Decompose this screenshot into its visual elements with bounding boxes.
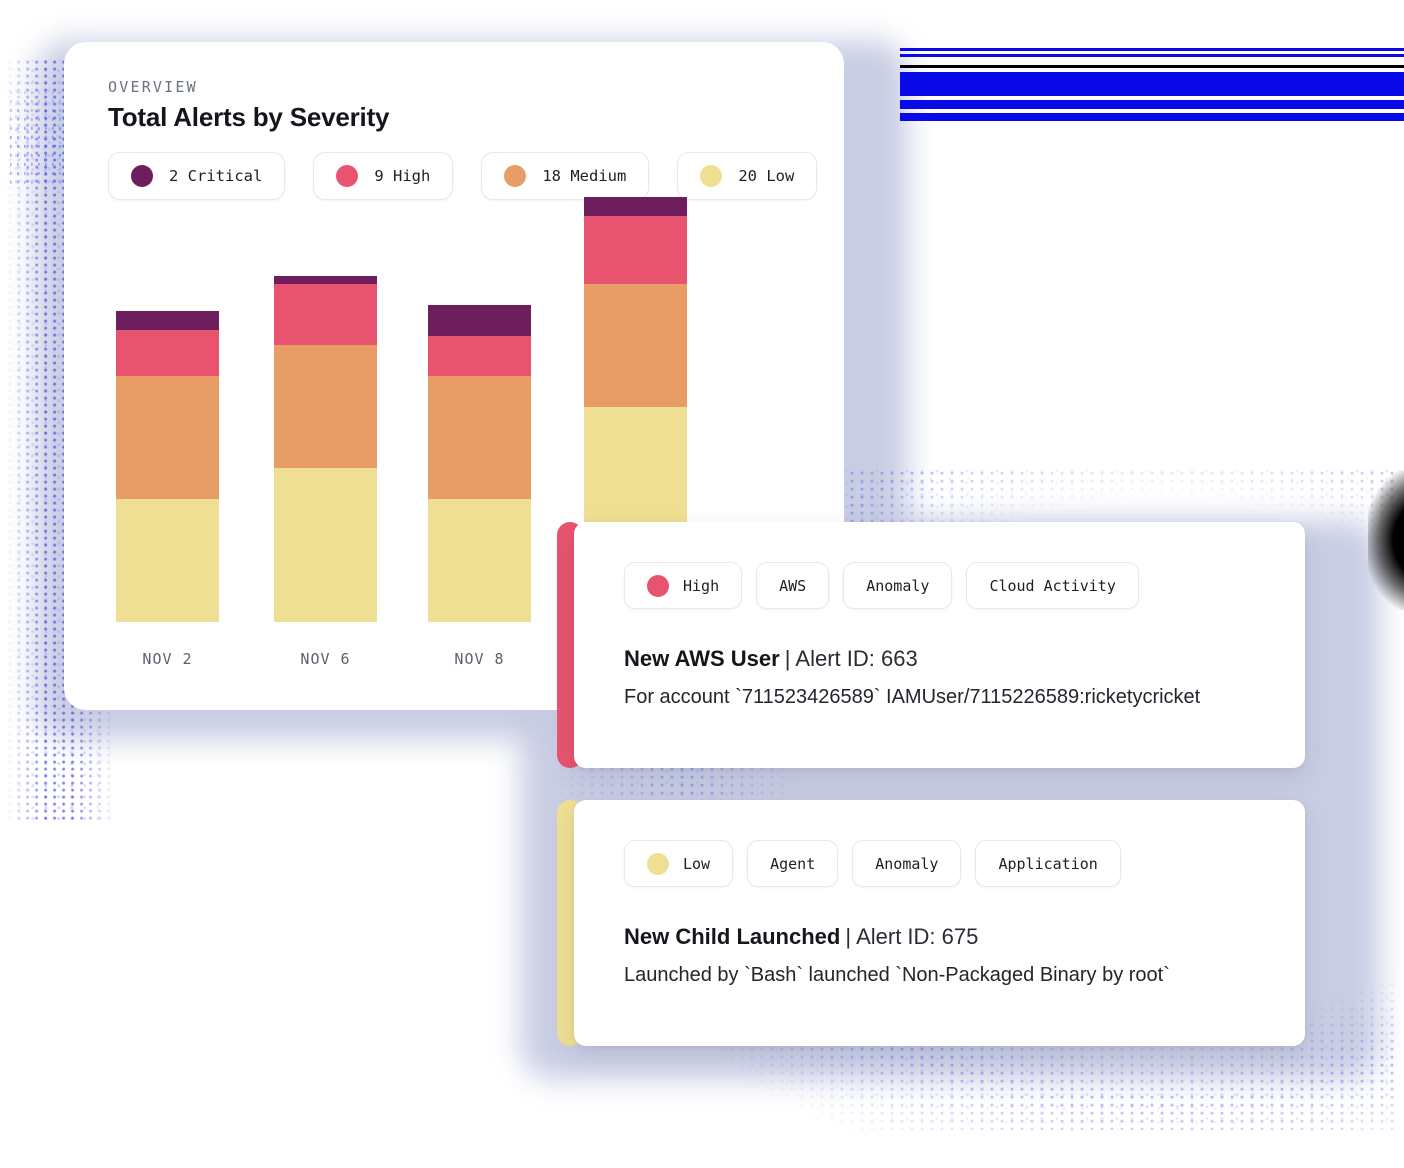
alert-tag-agent[interactable]: Agent — [747, 840, 839, 887]
severity-dot-high — [647, 574, 669, 597]
alert-card-body: Low Agent Anomaly Application New Child Lau… — [574, 800, 1305, 1046]
legend-chip-critical[interactable]: 2 Critical — [108, 152, 286, 200]
bar-segment-high — [428, 335, 531, 376]
overview-eyebrow: OVERVIEW — [108, 78, 198, 96]
bar-segment-low — [274, 468, 377, 622]
alert-tag-row: Low Agent Anomaly Application — [624, 840, 1121, 887]
legend-chip-label: 9 High — [374, 167, 431, 185]
bar-segment-low — [428, 498, 531, 622]
severity-dot-medium — [504, 165, 527, 187]
alert-tag-label: High — [683, 576, 720, 595]
alert-title-separator: | — [784, 646, 791, 671]
chart-bar-nov-2[interactable] — [116, 311, 219, 622]
bar-segment-medium — [274, 345, 377, 469]
alert-title-separator: | — [845, 924, 852, 949]
severity-legend: 2 Critical 9 High 18 Medium 20 Low — [108, 152, 818, 200]
alert-tag-row: High AWS Anomaly Cloud Activity — [624, 562, 1139, 609]
alert-title: New Child Launched | Alert ID: 675 — [624, 924, 978, 950]
severity-dot-low — [700, 165, 723, 187]
alert-tag-anomaly[interactable]: Anomaly — [843, 562, 953, 609]
legend-chip-label: 2 Critical — [169, 167, 263, 185]
severity-dot-low — [647, 852, 669, 875]
alert-id-label: Alert ID: 663 — [795, 646, 918, 671]
alert-title: New AWS User | Alert ID: 663 — [624, 646, 918, 672]
chart-bar-nov-6[interactable] — [274, 275, 377, 622]
legend-chip-label: 18 Medium — [542, 167, 627, 185]
alert-tag-low[interactable]: Low — [624, 840, 734, 887]
alert-id-label: Alert ID: 675 — [856, 924, 979, 949]
alert-title-name: New Child Launched — [624, 924, 841, 949]
bar-segment-critical — [428, 305, 531, 336]
legend-chip-medium[interactable]: 18 Medium — [481, 152, 650, 200]
legend-chip-label: 20 Low — [738, 167, 795, 185]
bar-segment-high — [274, 283, 377, 346]
alert-card-675[interactable]: Low Agent Anomaly Application New Child Lau… — [557, 800, 1305, 1046]
bar-segment-high — [584, 215, 687, 284]
alert-tag-label: Low — [683, 854, 711, 873]
legend-chip-high[interactable]: 9 High — [313, 152, 454, 200]
page-title: Total Alerts by Severity — [108, 102, 390, 132]
alert-card-body: High AWS Anomaly Cloud Activity New AWS Use… — [574, 522, 1305, 768]
bar-segment-critical — [116, 311, 219, 330]
alert-card-663[interactable]: High AWS Anomaly Cloud Activity New AWS Use… — [557, 522, 1305, 768]
alert-tag-aws[interactable]: AWS — [756, 562, 830, 609]
alert-tag-application[interactable]: Application — [975, 840, 1121, 887]
alert-description: Launched by `Bash` launched `Non-Package… — [624, 964, 1170, 986]
alert-tag-label: Anomaly — [875, 854, 939, 873]
alert-tag-label: Agent — [770, 854, 816, 873]
bar-segment-medium — [584, 283, 687, 407]
bar-segment-medium — [116, 375, 219, 499]
glitch-stripe-artifact — [900, 40, 1404, 140]
alert-tag-label: AWS — [779, 576, 807, 595]
alert-tag-label: Cloud Activity — [989, 576, 1116, 595]
alert-tag-anomaly[interactable]: Anomaly — [852, 840, 962, 887]
alert-tag-label: Application — [998, 854, 1098, 873]
chart-bar-nov-8[interactable] — [428, 305, 531, 622]
x-axis-tick-nov-8: NOV 8 — [454, 650, 505, 668]
severity-dot-critical — [131, 165, 153, 187]
x-axis-tick-nov-2: NOV 2 — [142, 650, 193, 668]
alert-description: For account `711523426589` IAMUser/71152… — [624, 686, 1201, 708]
alert-tag-high[interactable]: High — [624, 562, 743, 609]
alert-tag-label: Anomaly — [866, 576, 930, 595]
bar-segment-medium — [428, 375, 531, 499]
bar-segment-critical — [274, 275, 377, 284]
bar-segment-high — [116, 329, 219, 376]
bar-segment-low — [116, 498, 219, 622]
legend-chip-low[interactable]: 20 Low — [677, 152, 818, 200]
alert-title-name: New AWS User — [624, 646, 780, 671]
bar-segment-critical — [584, 197, 687, 216]
alert-tag-cloud-activity[interactable]: Cloud Activity — [966, 562, 1139, 609]
x-axis-tick-nov-6: NOV 6 — [300, 650, 351, 668]
severity-dot-high — [336, 165, 359, 187]
